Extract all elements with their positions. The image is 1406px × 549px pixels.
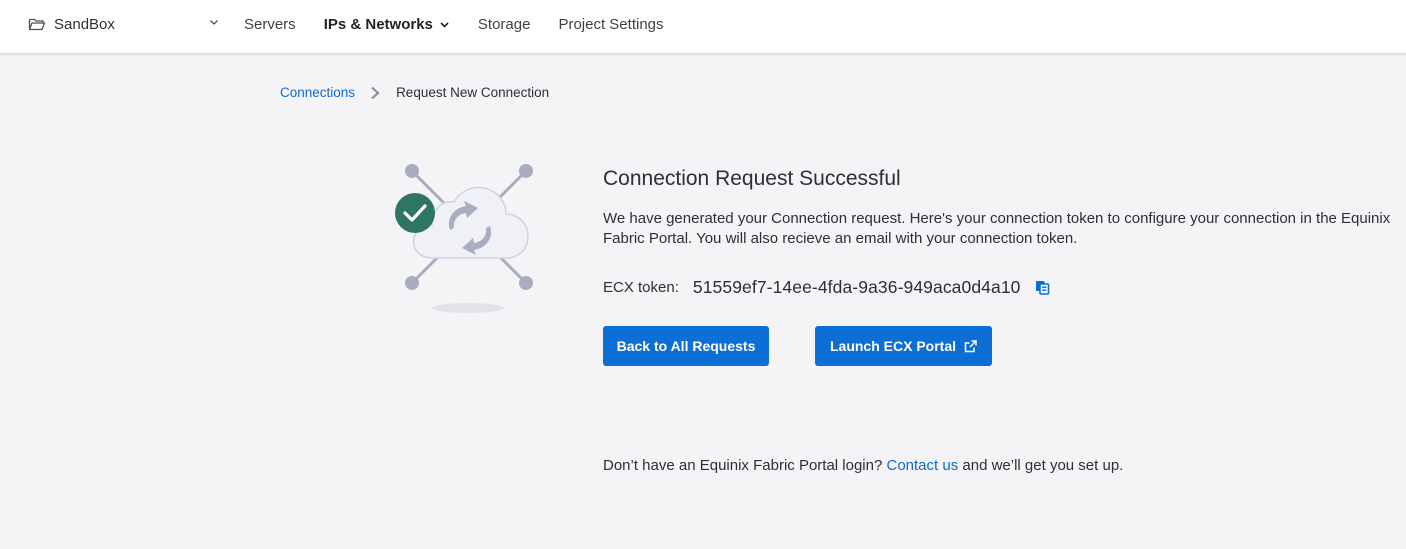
project-name: SandBox (54, 15, 115, 33)
nav-ips-networks[interactable]: IPs & Networks (324, 16, 450, 33)
launch-ecx-portal-button[interactable]: Launch ECX Portal (815, 326, 992, 366)
token-label: ECX token: (603, 279, 679, 296)
breadcrumb-current: Request New Connection (396, 85, 550, 100)
folder-open-icon (28, 18, 46, 31)
contact-note: Don’t have an Equinix Fabric Portal logi… (603, 457, 1123, 474)
success-panel: Connection Request Successful We have ge… (603, 165, 1393, 366)
top-navigation-bar: SandBox Servers IPs & Networks Storage P… (0, 0, 1406, 54)
breadcrumb-connections-link[interactable]: Connections (280, 85, 355, 100)
contact-us-link[interactable]: Contact us (887, 457, 959, 474)
nav-servers[interactable]: Servers (244, 16, 296, 33)
breadcrumb: Connections Request New Connection (280, 85, 549, 100)
token-value: 51559ef7-14ee-4fda-9a36-949aca0d4a10 (692, 277, 1021, 297)
launch-ecx-portal-label: Launch ECX Portal (829, 338, 957, 354)
nav-project-settings[interactable]: Project Settings (558, 16, 663, 33)
back-to-all-requests-button[interactable]: Back to All Requests (603, 326, 769, 366)
token-row: ECX token: 51559ef7-14ee-4fda-9a36-949ac… (603, 277, 1393, 298)
cloud-connection-illustration (395, 164, 533, 313)
nav-storage[interactable]: Storage (478, 16, 531, 33)
chevron-down-icon (210, 20, 218, 25)
contact-note-suffix: and we’ll get you set up. (962, 457, 1124, 474)
chevron-down-icon (440, 21, 449, 28)
success-description: We have generated your Connection reques… (603, 210, 1391, 247)
main-nav: Servers IPs & Networks Storage Project S… (244, 0, 692, 48)
copy-icon[interactable] (1035, 280, 1050, 295)
nav-ips-networks-label: IPs & Networks (323, 15, 433, 33)
external-link-icon (964, 339, 977, 352)
project-switcher[interactable]: SandBox (28, 0, 224, 48)
contact-note-prefix: Don’t have an Equinix Fabric Portal logi… (603, 457, 883, 474)
page-title: Connection Request Successful (603, 167, 901, 190)
chevron-right-icon (371, 86, 380, 99)
action-buttons: Back to All Requests Launch ECX Portal (603, 326, 1393, 366)
